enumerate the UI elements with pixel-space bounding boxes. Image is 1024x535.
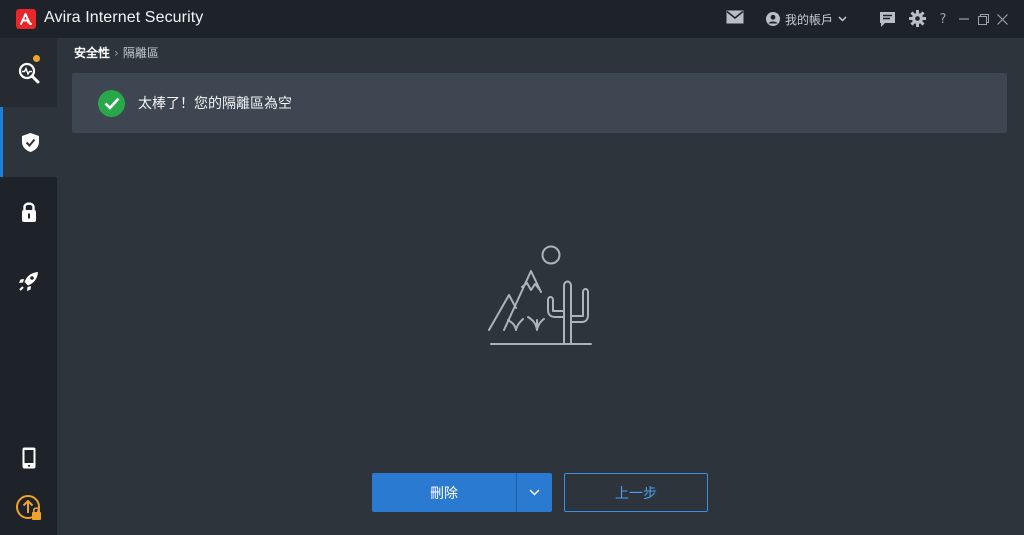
status-banner: 太棒了！您的隔離區為空: [72, 73, 1007, 133]
sidebar-item-status[interactable]: [0, 38, 57, 108]
breadcrumb: 安全性 › 隔離區: [74, 44, 159, 61]
sidebar-item-security[interactable]: [0, 107, 57, 177]
sidebar-item-performance[interactable]: [0, 246, 57, 316]
back-button[interactable]: 上一步: [564, 473, 708, 512]
title-bar: Avira Internet Security 我的帳戶 ?: [0, 0, 1024, 38]
sidebar-item-upgrade[interactable]: [0, 473, 57, 535]
feedback-icon[interactable]: [879, 11, 896, 28]
app-title: Avira Internet Security: [44, 9, 204, 26]
minimize-icon[interactable]: [956, 10, 972, 28]
rocket-icon: [19, 271, 38, 291]
chevron-down-icon: [838, 16, 847, 22]
chevron-down-icon: [529, 489, 540, 496]
delete-split-button: 刪除: [372, 473, 552, 512]
account-menu[interactable]: 我的帳戶: [766, 10, 847, 28]
lock-icon: [21, 202, 36, 222]
sidebar: [0, 38, 57, 535]
magnifier-pulse-icon: [18, 62, 39, 84]
help-icon[interactable]: ?: [935, 10, 951, 28]
delete-options-dropdown[interactable]: [516, 473, 552, 512]
breadcrumb-separator: ›: [114, 45, 119, 60]
status-message: 太棒了！您的隔離區為空: [138, 96, 292, 112]
upgrade-arrow-icon: [15, 495, 41, 520]
close-icon[interactable]: [994, 10, 1010, 28]
gear-icon[interactable]: [909, 10, 926, 27]
mail-icon[interactable]: [726, 10, 744, 24]
phone-icon: [22, 447, 35, 469]
breadcrumb-quarantine: 隔離區: [122, 46, 159, 60]
delete-button[interactable]: 刪除: [372, 473, 516, 512]
shield-check-icon: [21, 132, 39, 152]
check-circle-icon: [98, 90, 125, 117]
avira-logo-icon: [16, 9, 36, 29]
account-label: 我的帳戶: [785, 12, 834, 27]
account-icon: [766, 12, 780, 26]
notification-badge: [33, 55, 40, 62]
sidebar-item-privacy[interactable]: [0, 177, 57, 247]
breadcrumb-security[interactable]: 安全性: [74, 44, 110, 61]
restore-icon[interactable]: [975, 10, 991, 28]
desert-landscape-icon: [488, 245, 592, 345]
